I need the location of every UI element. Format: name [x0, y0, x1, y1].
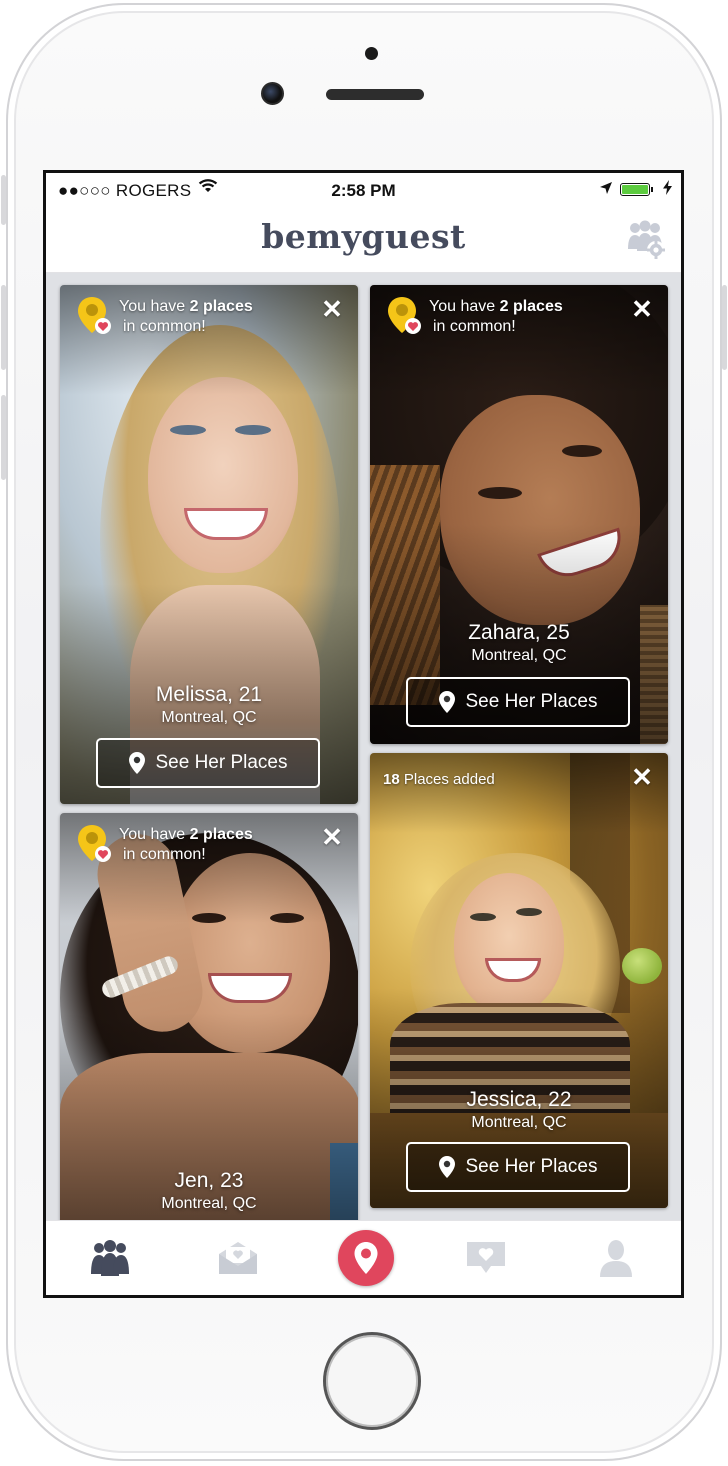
tab-messages[interactable] — [436, 1221, 536, 1295]
tab-people[interactable] — [60, 1221, 160, 1295]
tab-bar — [46, 1220, 681, 1295]
dismiss-card-button[interactable]: ✕ — [320, 824, 344, 850]
volume-up-button — [1, 285, 6, 370]
tab-places[interactable] — [316, 1221, 416, 1295]
charging-bolt-icon — [663, 180, 672, 198]
see-her-places-button[interactable]: See Her Places — [406, 677, 630, 727]
app-screen: ●●○○○ ROGERS 2:58 PM bemyguest You have … — [43, 170, 684, 1298]
places-in-common-pin-icon — [388, 297, 421, 334]
chat-heart-icon — [467, 1242, 505, 1273]
dismiss-card-button[interactable]: ✕ — [630, 764, 654, 790]
app-header: bemyguest — [46, 209, 681, 273]
dismiss-card-button[interactable]: ✕ — [320, 296, 344, 322]
volume-down-button — [1, 395, 6, 480]
envelope-heart-icon — [219, 1242, 257, 1274]
places-in-common-pin-icon — [78, 825, 111, 862]
places-in-common-text: You have 2 places in common! — [429, 298, 563, 335]
places-in-common-pin-icon — [78, 297, 111, 334]
mute-switch — [1, 175, 6, 225]
home-button[interactable] — [323, 1332, 421, 1430]
dismiss-card-button[interactable]: ✕ — [630, 296, 654, 322]
clock-time: 2:58 PM — [331, 181, 396, 200]
status-bar: ●●○○○ ROGERS 2:58 PM — [46, 173, 681, 209]
location-pin-icon — [354, 1242, 378, 1274]
profile-city: Montreal, QC — [471, 647, 567, 664]
profile-name: Zahara, 25 — [468, 621, 570, 644]
location-arrow-icon — [600, 182, 612, 194]
see-her-places-button[interactable]: See Her Places — [96, 738, 320, 788]
places-added-text: 18 Places added — [383, 771, 495, 788]
people-icon — [91, 1240, 129, 1276]
profile-city: Montreal, QC — [161, 1195, 257, 1212]
profile-card-jen[interactable]: You have 2 places in common! ✕ Jen, 23 M… — [60, 813, 358, 1233]
tab-invitations[interactable] — [188, 1221, 288, 1295]
earpiece — [326, 89, 424, 100]
see-her-places-button[interactable]: See Her Places — [406, 1142, 630, 1192]
front-camera — [261, 82, 284, 105]
places-in-common-text: You have 2 places in common! — [119, 826, 253, 863]
profile-card-zahara[interactable]: You have 2 places in common! ✕ Zahara, 2… — [370, 285, 668, 744]
profile-icon — [600, 1240, 632, 1277]
profile-name: Melissa, 21 — [155, 683, 263, 706]
places-in-common-text: You have 2 places in common! — [119, 298, 253, 335]
group-settings-icon[interactable] — [623, 219, 667, 261]
profile-card-jessica[interactable]: 18 Places added ✕ Jessica, 22 Montreal, … — [370, 753, 668, 1208]
power-button — [722, 285, 727, 370]
location-pin-icon — [439, 691, 456, 713]
tab-profile[interactable] — [566, 1221, 666, 1295]
front-sensor — [365, 47, 378, 60]
location-pin-icon — [129, 752, 146, 774]
profile-name: Jessica, 22 — [466, 1088, 572, 1111]
profile-name: Jen, 23 — [174, 1169, 244, 1192]
battery-icon — [620, 183, 653, 196]
profile-city: Montreal, QC — [471, 1114, 567, 1131]
location-pin-icon — [439, 1156, 456, 1178]
app-logo: bemyguest — [261, 217, 466, 256]
profile-card-melissa[interactable]: You have 2 places in common! ✕ Melissa, … — [60, 285, 358, 804]
profile-city: Montreal, QC — [161, 709, 257, 726]
